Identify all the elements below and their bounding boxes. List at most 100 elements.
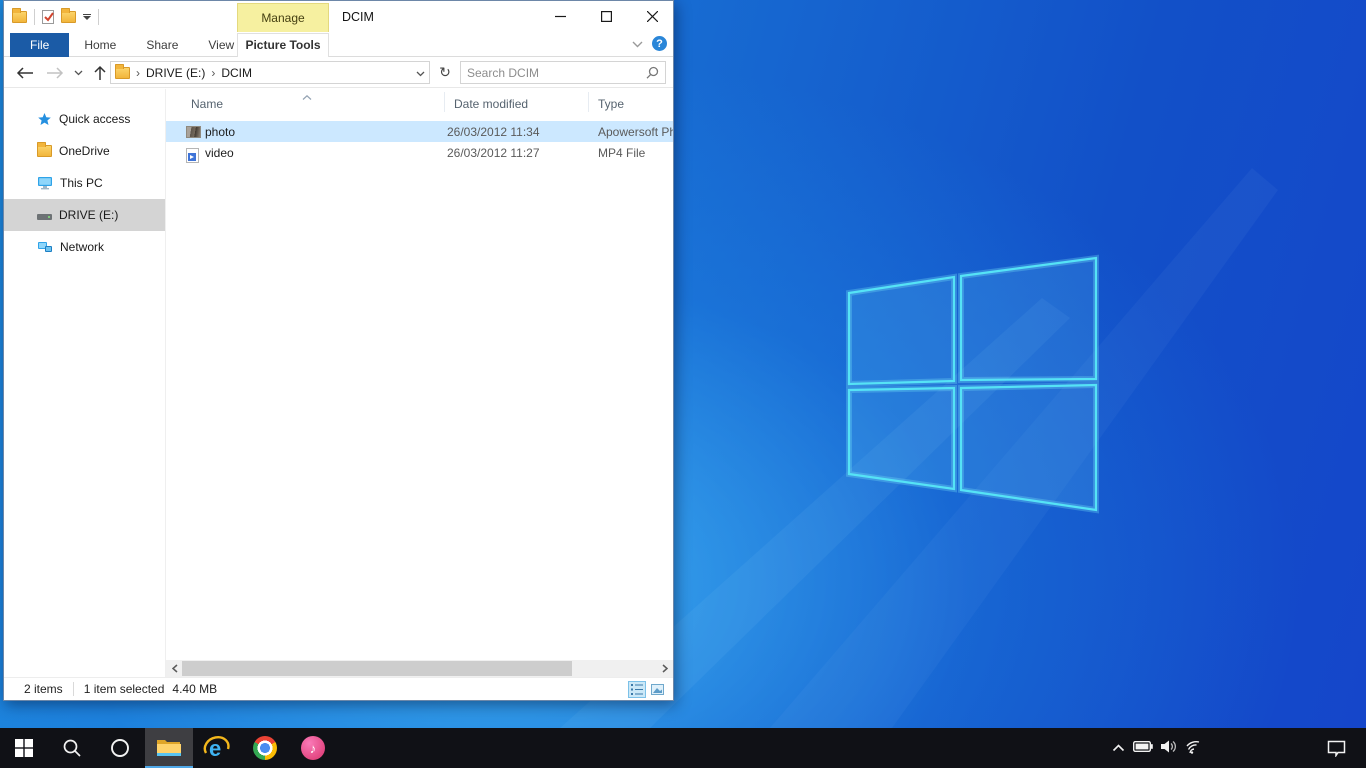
large-icons-view-button[interactable] [648,681,666,698]
action-center-button[interactable] [1316,728,1356,768]
breadcrumb-chevron-icon: › [135,66,141,80]
internet-explorer-button[interactable]: e [193,728,241,768]
taskbar-search-button[interactable] [48,728,96,768]
selected-count: 1 item selected [84,682,165,696]
drive-icon [37,214,52,220]
navigation-bar: › DRIVE (E:) › DCIM ↻ [4,57,673,88]
sidebar-item-label: Network [60,240,104,254]
itunes-button[interactable]: ♪ [289,728,337,768]
address-dropdown-icon[interactable] [416,66,425,80]
file-type: MP4 File [598,146,673,160]
svg-text:e: e [209,736,221,761]
search-icon [62,738,82,758]
sidebar-item-network[interactable]: Network [4,231,165,263]
breadcrumb-folder[interactable]: DCIM [221,66,252,80]
file-date-modified: 26/03/2012 11:34 [447,125,540,139]
volume-icon[interactable] [1161,740,1178,756]
sidebar-item-label: Quick access [59,112,130,126]
contextual-tab-group-label[interactable]: Manage [237,3,329,32]
details-view-button[interactable] [628,681,646,698]
folder-icon [37,145,52,157]
sidebar-item-onedrive[interactable]: OneDrive [4,135,165,167]
window-title: DCIM [342,1,374,33]
scroll-right-icon[interactable] [656,660,673,677]
file-explorer-taskbar-button[interactable] [145,728,193,768]
navigation-pane: Quick access OneDrive This PC [4,89,166,677]
search-input[interactable] [467,66,646,80]
sidebar-item-label: OneDrive [59,144,110,158]
up-icon[interactable] [88,57,112,88]
screen: Manage DCIM File Home Share View Picture… [0,0,1366,768]
column-header-type[interactable]: Type [598,97,624,111]
network-icon [37,240,53,254]
column-header-date-modified[interactable]: Date modified [454,97,528,111]
tab-home[interactable]: Home [69,33,131,57]
tab-share[interactable]: Share [131,33,193,57]
internet-explorer-icon: e [203,735,231,761]
chrome-icon [253,736,277,760]
forward-icon[interactable] [43,57,67,88]
qat-separator [34,9,35,25]
address-bar[interactable]: › DRIVE (E:) › DCIM [110,61,430,84]
titlebar[interactable]: Manage DCIM [4,1,673,33]
selected-size: 4.40 MB [172,682,217,696]
tab-file[interactable]: File [10,33,69,57]
tab-picture-tools[interactable]: Picture Tools [237,33,329,57]
new-folder-icon[interactable] [61,11,76,23]
scrollbar-thumb[interactable] [182,661,572,676]
horizontal-scrollbar[interactable] [166,660,673,677]
back-icon[interactable] [13,57,37,88]
column-header-name[interactable]: Name [191,97,223,111]
file-list-area: Name Date modified Type photo 26/03/2012… [166,89,673,677]
refresh-icon[interactable]: ↻ [434,61,456,84]
chrome-button[interactable] [241,728,289,768]
sidebar-item-label: This PC [60,176,103,190]
file-explorer-window: Manage DCIM File Home Share View Picture… [3,0,674,701]
file-explorer-icon [156,737,182,758]
file-type: Apowersoft Pho [598,125,673,139]
ribbon-tab-row: File Home Share View Picture Tools ? [4,33,673,57]
recent-locations-icon[interactable] [68,57,88,88]
sidebar-item-drive-e[interactable]: DRIVE (E:) [4,199,165,231]
qat-customize-dropdown-icon[interactable] [83,14,91,20]
taskbar: e ♪ [0,728,1366,768]
file-row-photo[interactable]: photo 26/03/2012 11:34 Apowersoft Pho [166,121,673,142]
breadcrumb-drive[interactable]: DRIVE (E:) [146,66,205,80]
wifi-icon[interactable] [1186,740,1204,757]
location-folder-icon [115,67,130,79]
breadcrumb-chevron-icon: › [210,66,216,80]
column-headers: Name Date modified Type [166,89,673,115]
qat-separator [98,9,99,25]
quick-access-toolbar [12,5,99,29]
file-row-video[interactable]: video 26/03/2012 11:27 MP4 File [166,142,673,163]
sidebar-item-quick-access[interactable]: Quick access [4,103,165,135]
sort-ascending-icon [302,89,312,103]
cortana-button[interactable] [96,728,144,768]
scroll-left-icon[interactable] [166,660,183,677]
show-hidden-icons-chevron[interactable] [1112,741,1125,755]
status-separator [73,682,74,696]
battery-icon[interactable] [1133,741,1153,755]
close-button[interactable] [635,2,669,31]
status-bar: 2 items 1 item selected 4.40 MB [4,677,673,700]
sidebar-item-this-pc[interactable]: This PC [4,167,165,199]
items-count: 2 items [24,682,63,696]
column-separator[interactable] [588,92,589,112]
minimize-button[interactable] [543,2,577,31]
properties-icon[interactable] [42,10,54,24]
maximize-button[interactable] [589,2,623,31]
search-box[interactable] [460,61,666,84]
video-file-icon [186,148,199,163]
ribbon-collapse-icon[interactable] [632,37,643,51]
file-name: video [205,146,234,160]
system-tray [1112,728,1204,768]
sidebar-item-label: DRIVE (E:) [59,208,118,222]
column-separator[interactable] [444,92,445,112]
itunes-icon: ♪ [301,736,325,760]
search-icon[interactable] [646,66,659,79]
help-icon[interactable]: ? [652,36,667,51]
window-icon [12,11,27,23]
window-body: Quick access OneDrive This PC [4,89,673,677]
start-button[interactable] [0,728,48,768]
file-name: photo [205,125,235,139]
